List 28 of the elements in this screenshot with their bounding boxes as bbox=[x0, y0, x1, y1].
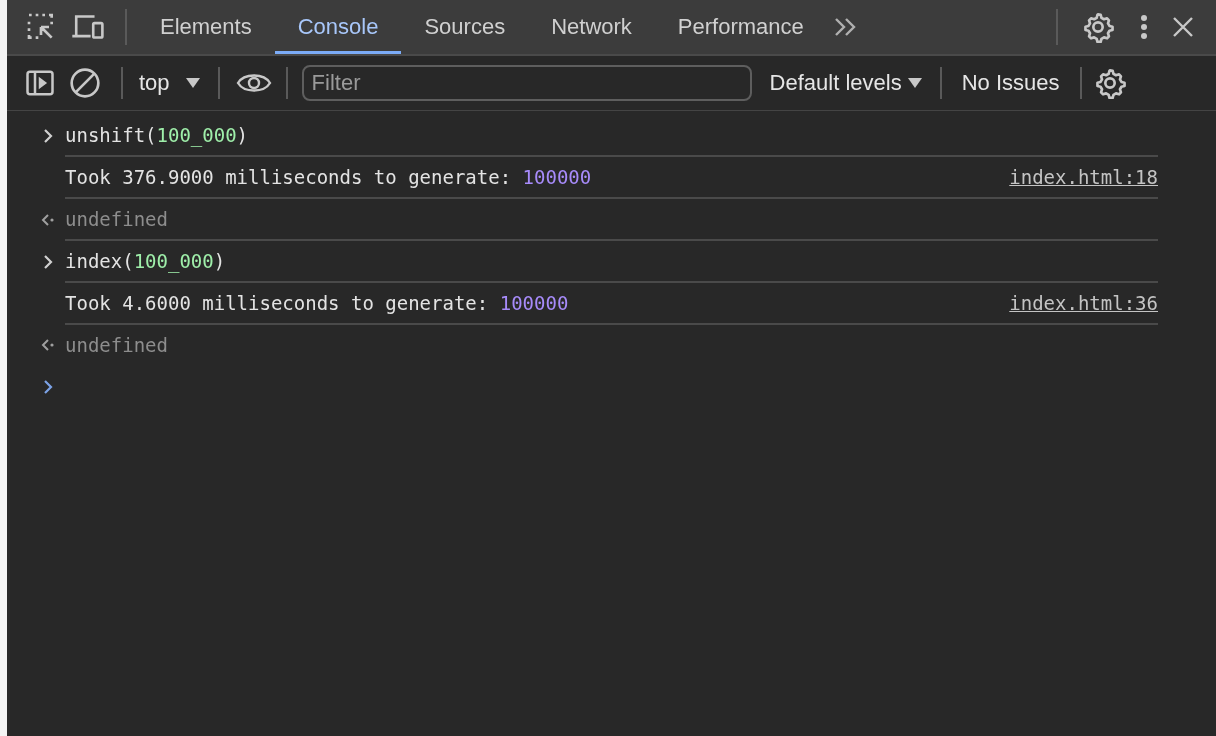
return-arrow-icon bbox=[41, 338, 55, 352]
caret-icon bbox=[185, 77, 200, 89]
command-text: index(100_000) bbox=[65, 250, 227, 272]
result-text: undefined bbox=[65, 334, 169, 356]
context-selector[interactable]: top bbox=[131, 70, 208, 96]
panel-tab[interactable]: Network bbox=[528, 0, 655, 54]
command-text: unshift(100_000) bbox=[65, 124, 250, 146]
source-link[interactable]: index.html:18 bbox=[1009, 166, 1158, 188]
settings-icon bbox=[1093, 67, 1126, 99]
prompt-icon bbox=[42, 379, 54, 395]
result-text: undefined bbox=[65, 208, 169, 230]
prompt-icon bbox=[42, 254, 54, 270]
log-message: Took 4.6000 milliseconds to generate: 100000 bbox=[65, 292, 570, 314]
panel-tab[interactable]: Elements bbox=[137, 0, 275, 54]
clear-console-icon[interactable] bbox=[69, 67, 101, 99]
log-levels-dropdown[interactable]: Default levels bbox=[761, 70, 930, 96]
caret-icon bbox=[907, 77, 922, 89]
log-message: Took 376.9000 milliseconds to generate: 100000 bbox=[65, 166, 593, 188]
prompt-icon bbox=[42, 128, 54, 144]
source-link[interactable]: index.html:36 bbox=[1009, 292, 1158, 314]
sidebar-toggle-icon[interactable] bbox=[25, 68, 55, 98]
settings-icon bbox=[1082, 11, 1114, 43]
filter-field[interactable]: Filter bbox=[301, 65, 752, 101]
issues-text: No Issues bbox=[960, 70, 1061, 96]
panel-tab[interactable]: Performance bbox=[654, 0, 827, 54]
panel-tab[interactable]: Sources bbox=[401, 0, 529, 54]
return-arrow-icon bbox=[41, 213, 55, 227]
eye-icon[interactable] bbox=[235, 71, 272, 95]
